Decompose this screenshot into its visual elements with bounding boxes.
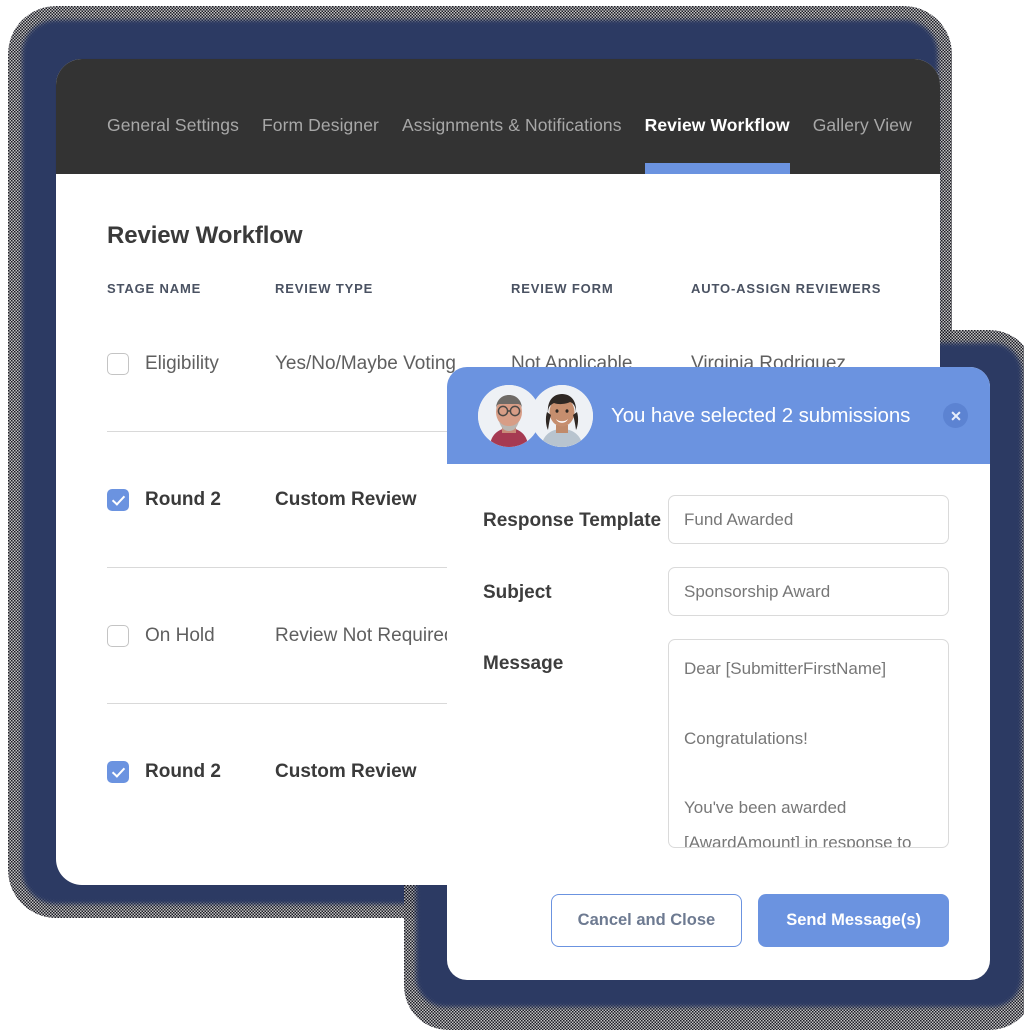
field-subject: Subject	[483, 567, 949, 616]
column-header-review-type: REVIEW TYPE	[275, 281, 374, 296]
label-response-template: Response Template	[483, 510, 662, 531]
close-icon[interactable]	[943, 403, 968, 428]
table-header-row: STAGE NAME REVIEW TYPE REVIEW FORM AUTO-…	[107, 281, 940, 296]
field-response-template: Response Template	[483, 495, 949, 544]
page-title: Review Workflow	[107, 222, 303, 249]
avatar-group	[478, 384, 593, 447]
response-template-input[interactable]	[668, 495, 949, 544]
tab-label: Gallery View	[812, 115, 912, 135]
tab-assignments-notifications[interactable]: Assignments & Notifications	[402, 115, 622, 174]
dialog-header: You have selected 2 submissions	[447, 367, 990, 464]
field-message: Message	[483, 639, 949, 853]
active-tab-indicator	[644, 163, 790, 174]
send-messages-button[interactable]: Send Message(s)	[758, 894, 949, 947]
tab-gallery-view[interactable]: Gallery View	[813, 115, 912, 174]
cell-stage-name: Eligibility	[145, 352, 219, 374]
column-header-review-form: REVIEW FORM	[511, 281, 614, 296]
dialog-body: Response Template Subject Message	[447, 464, 990, 853]
row-checkbox[interactable]	[107, 760, 129, 783]
message-textarea[interactable]	[668, 639, 949, 848]
label-subject: Subject	[483, 582, 552, 603]
cell-stage-name: Round 2	[145, 760, 221, 782]
label-message: Message	[483, 653, 564, 674]
avatar	[531, 384, 593, 447]
dialog-footer: Cancel and Close Send Message(s)	[447, 876, 990, 947]
column-header-auto-assign-reviewers: AUTO-ASSIGN REVIEWERS	[691, 281, 882, 296]
row-checkbox[interactable]	[107, 488, 129, 511]
tab-general-settings[interactable]: General Settings	[107, 115, 239, 174]
tab-label: Assignments & Notifications	[401, 115, 622, 135]
tab-review-workflow[interactable]: Review Workflow	[644, 115, 790, 174]
row-checkbox[interactable]	[107, 352, 129, 375]
dialog-title: You have selected 2 submissions	[611, 403, 911, 427]
send-message-dialog: You have selected 2 submissions Response…	[447, 367, 990, 980]
cell-stage-name: On Hold	[145, 624, 215, 646]
tab-label: General Settings	[107, 115, 239, 135]
cell-stage-name: Round 2	[145, 488, 221, 510]
tab-label: Form Designer	[261, 115, 379, 135]
tab-label: Review Workflow	[644, 115, 790, 135]
subject-input[interactable]	[668, 567, 949, 616]
column-header-stage-name: STAGE NAME	[107, 281, 202, 296]
tab-form-designer[interactable]: Form Designer	[262, 115, 379, 174]
tab-bar: General Settings Form Designer Assignmen…	[56, 59, 940, 174]
row-checkbox[interactable]	[107, 624, 129, 647]
cancel-and-close-button[interactable]: Cancel and Close	[550, 894, 743, 947]
